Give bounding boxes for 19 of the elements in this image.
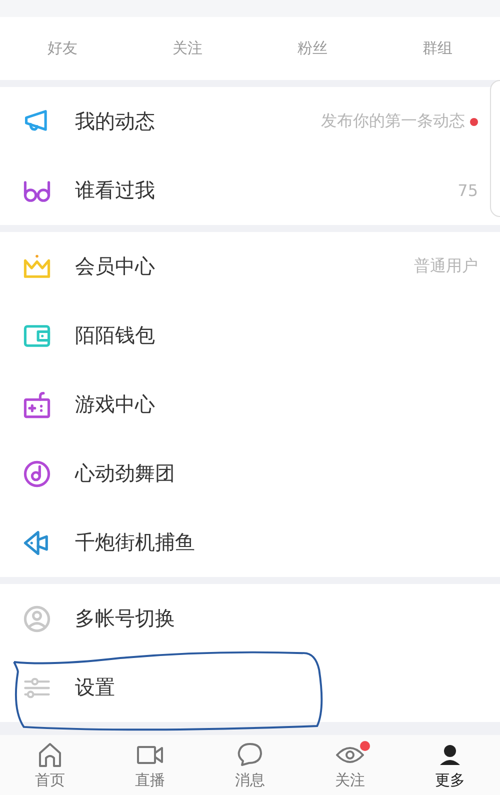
menu-item[interactable]: 我的动态 发布你的第一条动态 [0, 87, 486, 156]
music-note-icon [22, 458, 52, 488]
tab[interactable]: 直播 [100, 735, 200, 795]
menu-item[interactable]: 会员中心 普通用户 [0, 232, 486, 301]
menu-item[interactable]: 多帐号切换 [0, 584, 486, 653]
tab[interactable]: 消息 [200, 735, 300, 795]
menu-item[interactable]: 千炮街机捕鱼 [0, 508, 486, 577]
tab[interactable]: 更多 [400, 735, 500, 795]
user-icon [22, 604, 52, 634]
tab[interactable]: 首页 [0, 735, 100, 795]
tab[interactable]: 关注 [300, 735, 400, 795]
home-icon [36, 740, 64, 768]
menu-item[interactable]: 谁看过我 75 [0, 156, 486, 225]
chat-bubble-icon [236, 740, 264, 768]
menu-item[interactable]: 陌陌钱包 [0, 301, 486, 370]
menu-item[interactable]: 游戏中心 [0, 370, 486, 439]
menu-item[interactable]: 设置 [0, 653, 486, 722]
gamepad-icon [22, 390, 52, 420]
menu-item[interactable]: 心动劲舞团 [0, 439, 486, 508]
